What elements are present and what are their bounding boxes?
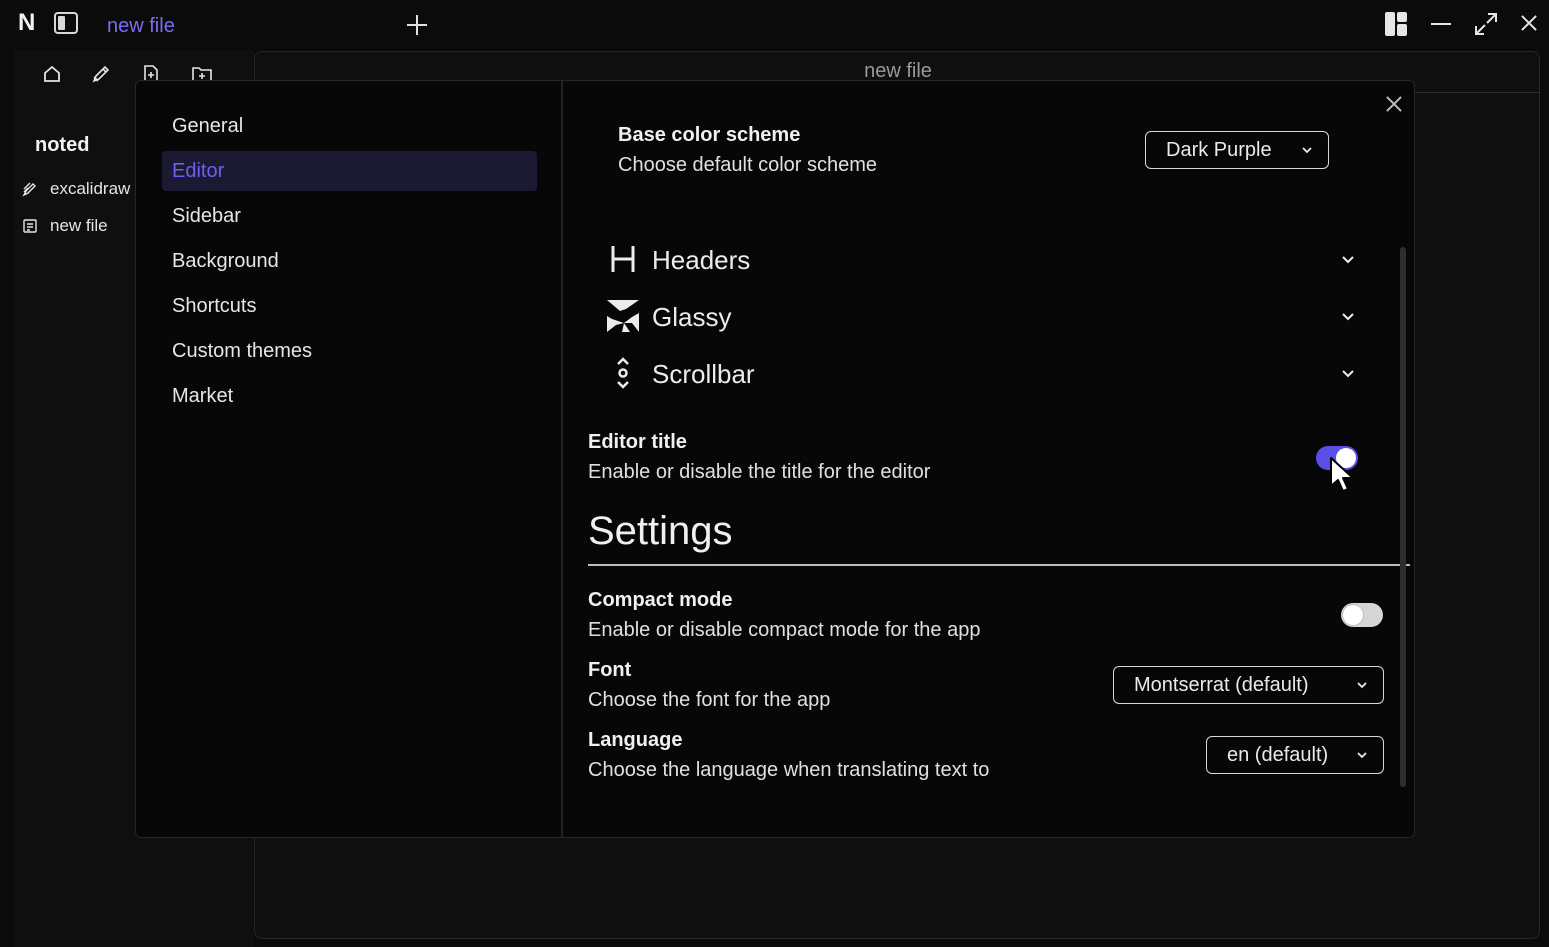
editor-title-setting-title: Editor title	[588, 431, 687, 453]
language-dropdown[interactable]: en (default)	[1206, 736, 1384, 774]
glass-icon	[606, 299, 640, 333]
title-bar: N new file	[0, 0, 1549, 50]
nav-general[interactable]: General	[162, 106, 537, 146]
dropdown-value: en (default)	[1227, 743, 1329, 766]
accordion-glassy[interactable]: Glassy	[606, 292, 1376, 340]
scrollbar[interactable]	[1400, 247, 1406, 787]
dropdown-value: Montserrat (default)	[1134, 673, 1309, 696]
chevron-down-icon	[1342, 313, 1354, 321]
minimize-icon[interactable]	[1428, 10, 1456, 38]
home-icon[interactable]	[42, 64, 62, 84]
language-title: Language	[588, 729, 683, 751]
chevron-down-icon	[1342, 370, 1354, 378]
settings-nav: General Editor Sidebar Background Shortc…	[136, 81, 563, 837]
new-tab-icon[interactable]	[404, 12, 430, 38]
maximize-icon[interactable]	[1472, 10, 1500, 38]
note-icon	[22, 218, 38, 234]
pen-icon	[22, 181, 38, 197]
base-color-title: Base color scheme	[618, 124, 801, 146]
color-scheme-dropdown[interactable]: Dark Purple	[1145, 131, 1329, 169]
editor-divider	[1415, 92, 1539, 93]
nav-market[interactable]: Market	[162, 376, 537, 416]
dropdown-value: Dark Purple	[1166, 138, 1272, 161]
compact-mode-title: Compact mode	[588, 589, 733, 611]
font-desc: Choose the font for the app	[588, 689, 831, 711]
base-color-desc: Choose default color scheme	[618, 154, 878, 176]
compact-mode-desc: Enable or disable compact mode for the a…	[588, 619, 981, 641]
chevron-down-icon	[1357, 752, 1367, 759]
scrollbar-icon	[606, 356, 640, 390]
font-title: Font	[588, 659, 632, 681]
settings-modal: General Editor Sidebar Background Shortc…	[135, 80, 1415, 838]
nav-sidebar[interactable]: Sidebar	[162, 196, 537, 236]
nav-custom-themes[interactable]: Custom themes	[162, 331, 537, 371]
chevron-down-icon	[1342, 256, 1354, 264]
close-window-icon[interactable]	[1516, 10, 1544, 38]
mouse-cursor-icon	[1328, 456, 1358, 496]
accordion-label: Scrollbar	[652, 359, 755, 389]
nav-background[interactable]: Background	[162, 241, 537, 281]
settings-divider	[588, 564, 1410, 566]
workspace-title[interactable]: noted	[35, 134, 89, 157]
file-item-label: excalidraw	[50, 179, 131, 198]
file-item-label: new file	[50, 216, 108, 235]
nav-shortcuts[interactable]: Shortcuts	[162, 286, 537, 326]
edit-icon[interactable]	[91, 64, 111, 84]
chevron-down-icon	[1357, 682, 1367, 689]
compact-mode-toggle[interactable]	[1341, 603, 1383, 627]
nav-editor[interactable]: Editor	[162, 151, 537, 191]
language-desc: Choose the language when translating tex…	[588, 759, 990, 781]
chevron-down-icon	[1302, 147, 1312, 154]
settings-heading: Settings	[588, 509, 733, 553]
editor-title-setting-desc: Enable or disable the title for the edit…	[588, 461, 931, 483]
layout-icon[interactable]	[1383, 10, 1411, 38]
toggle-knob	[1343, 605, 1363, 625]
accordion-label: Glassy	[652, 302, 732, 332]
app-logo: N	[18, 9, 36, 36]
accordion-headers[interactable]: Headers	[606, 235, 1376, 283]
close-icon[interactable]	[1382, 92, 1406, 116]
accordion-label: Headers	[652, 245, 751, 275]
heading-icon	[606, 242, 640, 276]
font-dropdown[interactable]: Montserrat (default)	[1113, 666, 1384, 704]
accordion-scrollbar[interactable]: Scrollbar	[606, 349, 1376, 397]
tab-title[interactable]: new file	[107, 15, 175, 38]
sidebar-toggle-icon[interactable]	[54, 12, 78, 34]
